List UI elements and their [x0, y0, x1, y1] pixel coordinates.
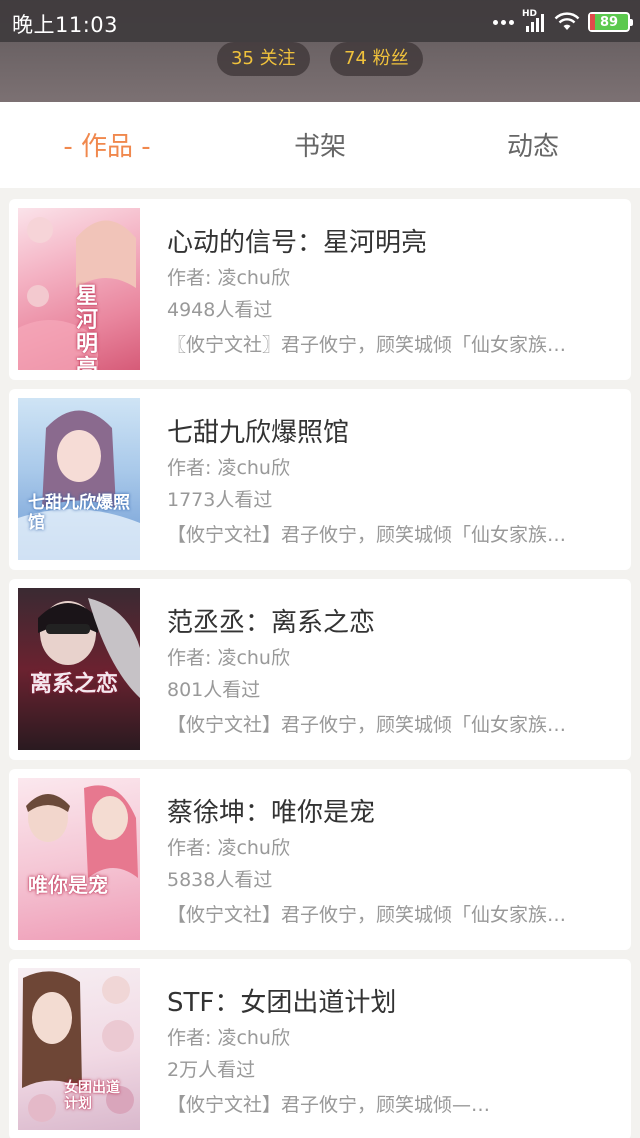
book-cover-image: 唯你是宠: [18, 778, 140, 940]
book-cover-image: 星河明亮: [18, 208, 140, 370]
following-count-button[interactable]: 35 关注: [217, 42, 310, 76]
book-views: 1773人看过: [167, 489, 273, 511]
status-time: 晚上11:03: [12, 13, 119, 37]
status-icons: HD 89: [493, 9, 633, 34]
book-cover-title: 唯你是宠: [28, 873, 108, 897]
profile-tabs: - 作品 - 书架 动态: [0, 102, 640, 188]
book-description: 【攸宁文社】君子攸宁，顾笑城倾「仙女家族…: [167, 904, 567, 926]
book-author: 作者: 凌chu欣: [167, 267, 290, 289]
book-views: 4948人看过: [167, 299, 273, 321]
book-description: 【攸宁文社】君子攸宁，顾笑城倾—…: [167, 1094, 491, 1116]
book-author: 作者: 凌chu欣: [167, 837, 290, 859]
book-description: 【攸宁文社】君子攸宁，顾笑城倾「仙女家族…: [167, 524, 567, 546]
book-cover-title: 七甜九欣爆照馆: [28, 493, 130, 533]
book-description: 〖攸宁文社〗君子攸宁，顾笑城倾「仙女家族…: [167, 334, 567, 356]
book-cover-image: 七甜九欣爆照馆: [18, 398, 140, 560]
book-views: 5838人看过: [167, 869, 273, 891]
battery-icon: 89: [588, 12, 633, 32]
tab-bookshelf[interactable]: 书架: [220, 102, 420, 188]
book-title: STF：女团出道计划: [167, 988, 397, 1018]
book-item[interactable]: 女团出道计划 STF：女团出道计划 作者: 凌chu欣 2万人看过 【攸宁文社】…: [9, 959, 631, 1138]
book-item[interactable]: 唯你是宠 蔡徐坤：唯你是宠 作者: 凌chu欣 5838人看过 【攸宁文社】君子…: [9, 769, 631, 950]
book-item[interactable]: 七甜九欣爆照馆 七甜九欣爆照馆 作者: 凌chu欣 1773人看过 【攸宁文社】…: [9, 389, 631, 570]
status-bar: 晚上11:03 HD 89: [0, 0, 640, 42]
book-cover-image: 离系之恋: [18, 588, 140, 750]
wifi-icon: [554, 12, 580, 30]
book-cover-image: 女团出道计划: [18, 968, 140, 1130]
book-title: 心动的信号：星河明亮: [167, 228, 428, 258]
book-cover-title: 女团出道计划: [64, 1080, 120, 1112]
book-cover-title: 离系之恋: [30, 671, 119, 697]
tab-works[interactable]: - 作品 -: [7, 102, 207, 188]
book-title: 七甜九欣爆照馆: [167, 418, 350, 448]
book-author: 作者: 凌chu欣: [167, 457, 290, 479]
book-author: 作者: 凌chu欣: [167, 1027, 290, 1049]
book-author: 作者: 凌chu欣: [167, 647, 290, 669]
book-title: 范丞丞：离系之恋: [167, 608, 376, 638]
cellular-signal-icon: HD: [522, 9, 546, 32]
book-cover-title: 星河明亮: [76, 283, 99, 370]
book-description: 【攸宁文社】君子攸宁，顾笑城倾「仙女家族…: [167, 714, 567, 736]
more-dots-icon: [493, 19, 514, 25]
book-views: 2万人看过: [167, 1059, 256, 1081]
book-views: 801人看过: [167, 679, 261, 701]
book-item[interactable]: 离系之恋 范丞丞：离系之恋 作者: 凌chu欣 801人看过 【攸宁文社】君子攸…: [9, 579, 631, 760]
profile-header: 晚上11:03 HD 89 35 关注 74 粉丝: [0, 0, 640, 102]
tab-feed[interactable]: 动态: [433, 102, 633, 188]
book-title: 蔡徐坤：唯你是宠: [167, 798, 376, 828]
fans-count-button[interactable]: 74 粉丝: [330, 42, 423, 76]
book-item[interactable]: 星河明亮 心动的信号：星河明亮 作者: 凌chu欣 4948人看过 〖攸宁文社〗…: [9, 199, 631, 380]
